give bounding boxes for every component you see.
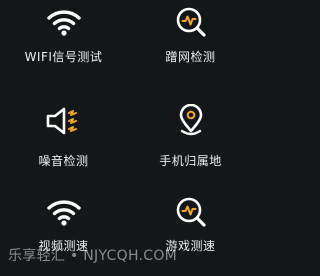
wifi-icon [44,192,84,232]
tool-label: 游戏测速 [165,239,216,253]
tool-label: 噪音检测 [38,154,89,168]
location-pin-icon [171,101,211,141]
tools-grid: WIFI信号测试 蹭网检测 噪音检测 手机归属地 视频测速 游戏测速 [0,0,254,276]
tool-phone-location[interactable]: 手机归属地 [127,95,254,192]
tool-label: 手机归属地 [159,154,222,168]
tool-video-speed-test[interactable]: 视频测速 [0,192,127,276]
tool-game-speed-test[interactable]: 游戏测速 [127,192,254,276]
tool-label: WIFI信号测试 [24,50,103,64]
pulse-search-icon [171,192,211,232]
tool-wifi-signal-test[interactable]: WIFI信号测试 [0,0,127,95]
wifi-icon [44,2,84,42]
pulse-search-icon [171,2,211,42]
tool-wifi-leech-detect[interactable]: 蹭网检测 [127,0,254,95]
speaker-noise-icon [44,101,84,141]
tool-label: 蹭网检测 [165,50,216,64]
tool-label: 视频测速 [38,239,89,253]
tool-noise-detect[interactable]: 噪音检测 [0,95,127,192]
